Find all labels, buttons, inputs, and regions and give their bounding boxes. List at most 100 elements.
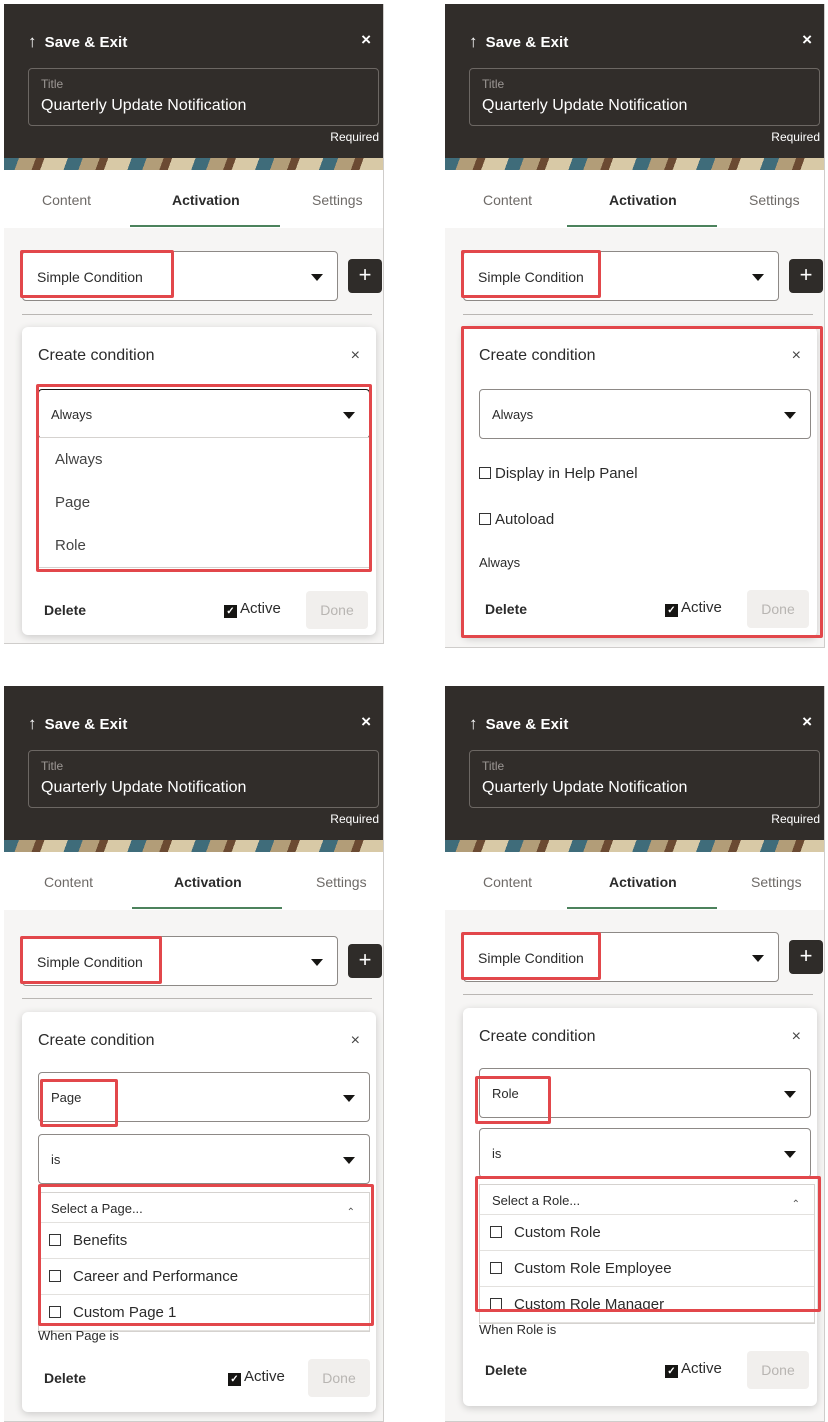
chevron-up-icon[interactable]: ⌃ bbox=[792, 1199, 800, 1210]
save-exit-button[interactable]: ↑ Save & Exit bbox=[469, 714, 568, 734]
close-icon[interactable]: × bbox=[361, 30, 371, 50]
add-condition-button[interactable]: + bbox=[789, 940, 823, 974]
condition-options-menu: Always Page Role bbox=[38, 437, 370, 568]
tab-content[interactable]: Content bbox=[483, 192, 532, 208]
condition-dropdown[interactable]: Always bbox=[38, 389, 370, 439]
save-exit-button[interactable]: ↑ Save & Exit bbox=[28, 32, 127, 52]
delete-button[interactable]: Delete bbox=[485, 1362, 527, 1378]
close-icon[interactable]: × bbox=[802, 30, 812, 50]
add-condition-button[interactable]: + bbox=[348, 259, 382, 293]
condition-type-select[interactable]: Simple Condition bbox=[22, 936, 338, 986]
tab-activation[interactable]: Activation bbox=[609, 192, 677, 208]
page-select-list: Select a Page... ⌃ Benefits Career and P… bbox=[38, 1192, 370, 1332]
close-icon[interactable]: × bbox=[802, 712, 812, 732]
chevron-up-icon[interactable]: ⌃ bbox=[347, 1207, 355, 1218]
close-icon[interactable]: × bbox=[792, 1028, 801, 1046]
delete-button[interactable]: Delete bbox=[485, 601, 527, 617]
editor-panel-page-condition: ↑ Save & Exit × Title Quarterly Update No… bbox=[4, 686, 384, 1422]
list-item[interactable]: Custom Page 1 bbox=[39, 1295, 369, 1331]
save-exit-button[interactable]: ↑ Save & Exit bbox=[469, 32, 568, 52]
list-item[interactable]: Custom Role Manager bbox=[480, 1287, 814, 1323]
tab-activation[interactable]: Activation bbox=[174, 874, 242, 890]
tab-content[interactable]: Content bbox=[44, 874, 93, 890]
done-button[interactable]: Done bbox=[747, 590, 809, 628]
delete-button[interactable]: Delete bbox=[44, 1370, 86, 1386]
add-condition-button[interactable]: + bbox=[348, 944, 382, 978]
chevron-down-icon bbox=[784, 1151, 796, 1158]
active-checkbox[interactable]: ✓ Active bbox=[228, 1368, 285, 1386]
tab-settings[interactable]: Settings bbox=[749, 192, 800, 208]
title-label: Title bbox=[482, 759, 505, 773]
title-label: Title bbox=[41, 77, 64, 91]
done-button[interactable]: Done bbox=[747, 1351, 809, 1389]
tab-content[interactable]: Content bbox=[42, 192, 91, 208]
done-button[interactable]: Done bbox=[306, 591, 368, 629]
close-icon[interactable]: × bbox=[361, 712, 371, 732]
role-select-search[interactable]: Select a Role... ⌃ bbox=[480, 1185, 814, 1215]
operator-dropdown[interactable]: is bbox=[38, 1134, 370, 1184]
display-in-help-panel-checkbox[interactable]: Display in Help Panel bbox=[479, 465, 638, 482]
active-checkbox[interactable]: ✓ Active bbox=[665, 599, 722, 617]
autoload-checkbox[interactable]: Autoload bbox=[479, 511, 554, 528]
active-checkbox[interactable]: ✓ Active bbox=[224, 600, 281, 618]
option-role[interactable]: Role bbox=[39, 524, 369, 567]
create-condition-card: Create condition × Role is Select a Role… bbox=[463, 1008, 817, 1406]
card-title: Create condition bbox=[479, 1028, 596, 1045]
condition-type-select[interactable]: Simple Condition bbox=[463, 251, 779, 301]
close-icon[interactable]: × bbox=[792, 347, 801, 365]
tab-settings[interactable]: Settings bbox=[316, 874, 367, 890]
panel-header: ↑ Save & Exit × Title Quarterly Update No… bbox=[445, 4, 824, 170]
page-select-search[interactable]: Select a Page... ⌃ bbox=[39, 1193, 369, 1223]
checkbox-icon bbox=[49, 1306, 61, 1318]
save-exit-button[interactable]: ↑ Save & Exit bbox=[28, 714, 127, 734]
tab-content[interactable]: Content bbox=[483, 874, 532, 890]
delete-button[interactable]: Delete bbox=[44, 602, 86, 618]
option-page[interactable]: Page bbox=[39, 481, 369, 524]
active-checkbox[interactable]: ✓ Active bbox=[665, 1360, 722, 1378]
arrow-up-icon: ↑ bbox=[28, 714, 37, 733]
check-icon: ✓ bbox=[224, 605, 237, 618]
tab-settings[interactable]: Settings bbox=[312, 192, 363, 208]
tab-bar: Content Activation Settings bbox=[4, 170, 383, 228]
checkbox-icon bbox=[490, 1262, 502, 1274]
checkbox-icon bbox=[490, 1298, 502, 1310]
title-field[interactable]: Title Quarterly Update Notification bbox=[469, 750, 820, 808]
tab-activation[interactable]: Activation bbox=[609, 874, 677, 890]
title-field[interactable]: Title Quarterly Update Notification bbox=[469, 68, 820, 126]
active-tab-indicator bbox=[132, 907, 282, 909]
chevron-down-icon bbox=[784, 412, 796, 419]
required-label: Required bbox=[330, 130, 379, 144]
chevron-down-icon bbox=[343, 1157, 355, 1164]
list-item[interactable]: Career and Performance bbox=[39, 1259, 369, 1295]
tab-settings[interactable]: Settings bbox=[751, 874, 802, 890]
condition-type-dropdown[interactable]: Role bbox=[479, 1068, 811, 1118]
editor-panel-role-condition: ↑ Save & Exit × Title Quarterly Update No… bbox=[445, 686, 825, 1422]
list-item[interactable]: Custom Role bbox=[480, 1215, 814, 1251]
close-icon[interactable]: × bbox=[351, 1032, 360, 1050]
check-icon: ✓ bbox=[665, 604, 678, 617]
tab-bar: Content Activation Settings bbox=[4, 852, 383, 910]
title-field[interactable]: Title Quarterly Update Notification bbox=[28, 750, 379, 808]
checkbox-icon bbox=[49, 1270, 61, 1282]
condition-type-select[interactable]: Simple Condition bbox=[463, 932, 779, 982]
tab-activation[interactable]: Activation bbox=[172, 192, 240, 208]
header-banner bbox=[4, 158, 383, 170]
panel-header: ↑ Save & Exit × Title Quarterly Update No… bbox=[4, 686, 383, 852]
close-icon[interactable]: × bbox=[351, 347, 360, 365]
add-condition-button[interactable]: + bbox=[789, 259, 823, 293]
list-item[interactable]: Benefits bbox=[39, 1223, 369, 1259]
condition-type-select[interactable]: Simple Condition bbox=[22, 251, 338, 301]
header-banner bbox=[4, 840, 383, 852]
title-value: Quarterly Update Notification bbox=[482, 97, 688, 114]
operator-dropdown[interactable]: is bbox=[479, 1128, 811, 1178]
option-always[interactable]: Always bbox=[39, 438, 369, 481]
divider bbox=[22, 314, 372, 315]
condition-dropdown[interactable]: Always bbox=[479, 389, 811, 439]
checkbox-icon bbox=[49, 1234, 61, 1246]
chevron-down-icon bbox=[311, 959, 323, 966]
panel-header: ↑ Save & Exit × Title Quarterly Update No… bbox=[4, 4, 383, 170]
title-field[interactable]: Title Quarterly Update Notification bbox=[28, 68, 379, 126]
done-button[interactable]: Done bbox=[308, 1359, 370, 1397]
condition-type-dropdown[interactable]: Page bbox=[38, 1072, 370, 1122]
list-item[interactable]: Custom Role Employee bbox=[480, 1251, 814, 1287]
